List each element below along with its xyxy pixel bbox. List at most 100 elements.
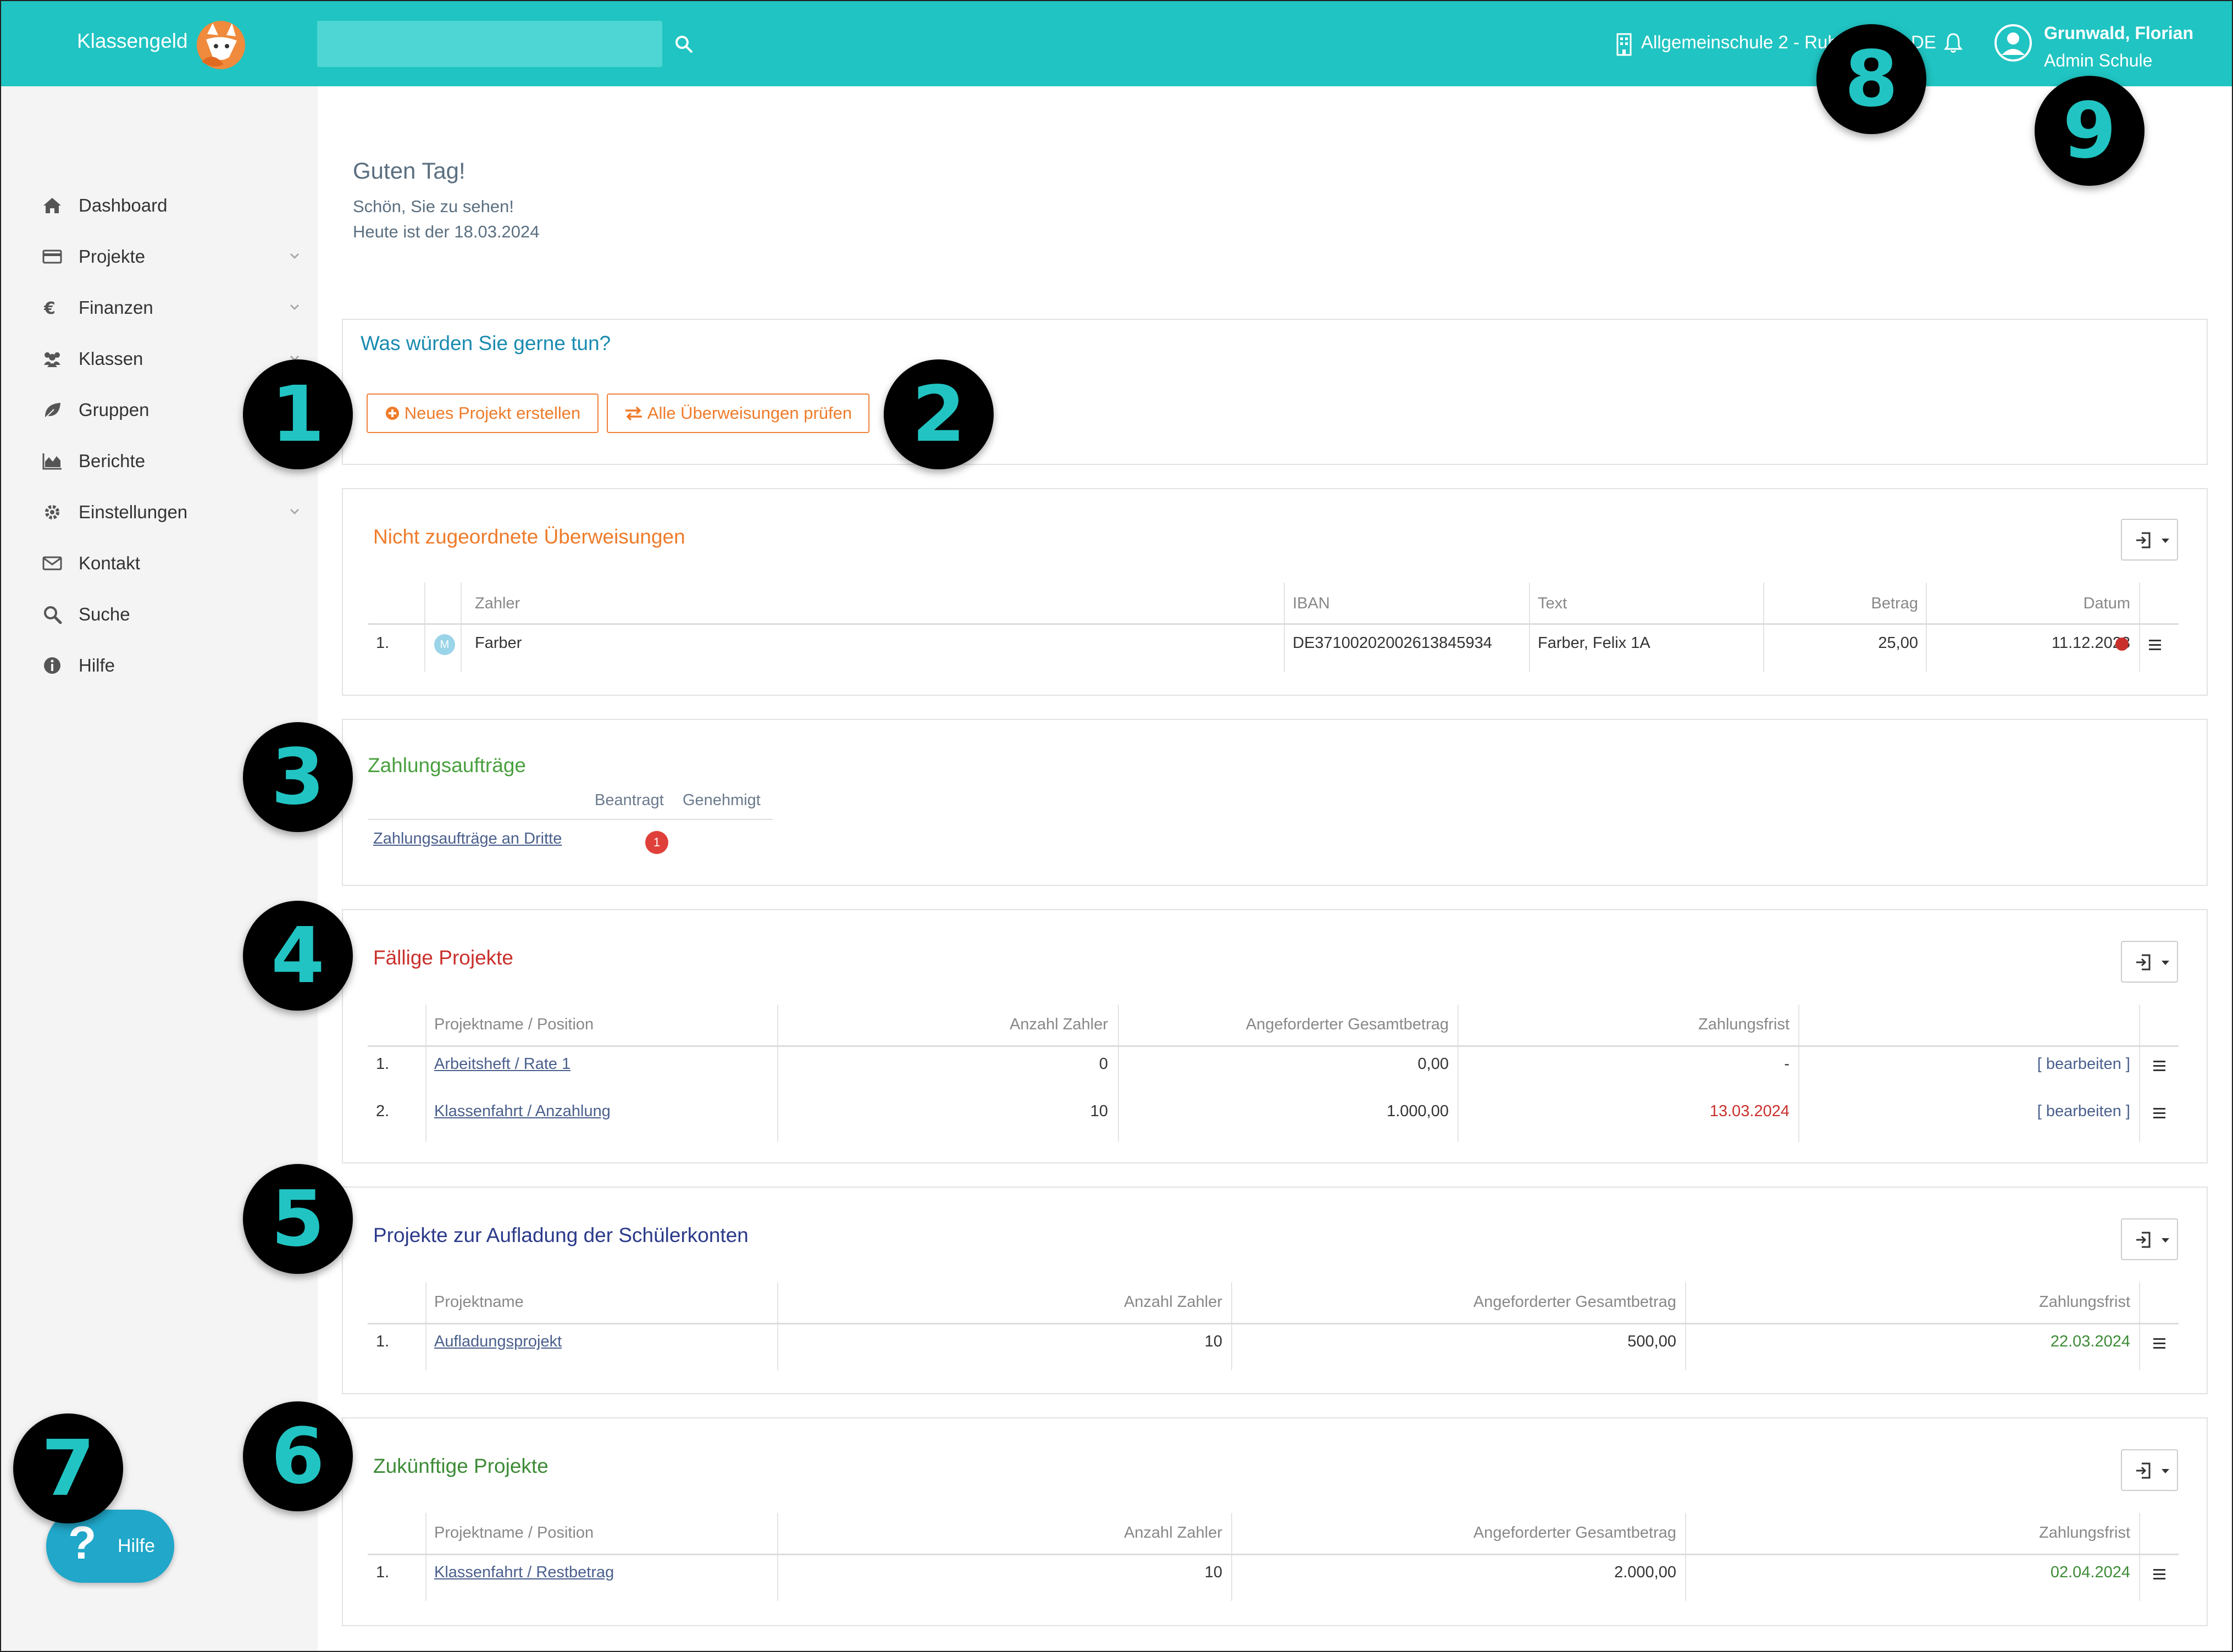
column-header[interactable]: Zahlungsfrist: [1464, 1016, 1789, 1034]
due-projects-title: Fällige Projekte: [373, 946, 514, 969]
topup-projects-title: Projekte zur Aufladung der Schülerkonten: [373, 1224, 749, 1246]
export-dropdown-button[interactable]: [2121, 1218, 2178, 1260]
sidebar-item-dashboard[interactable]: Dashboard: [1, 186, 318, 225]
sidebar-item-label: Gruppen: [79, 400, 149, 420]
export-dropdown-button[interactable]: [2121, 941, 2178, 983]
payer-name: Farber: [475, 634, 522, 652]
new-project-button[interactable]: Neues Projekt erstellen: [367, 393, 599, 433]
edit-link[interactable]: [ bearbeiten ]: [1805, 1102, 2130, 1121]
search-icon[interactable]: [673, 33, 695, 55]
search-input[interactable]: [317, 21, 662, 67]
new-project-label: Neues Projekt erstellen: [404, 403, 581, 423]
sidebar-item-label: Suche: [79, 604, 130, 624]
export-dropdown-button[interactable]: [2121, 519, 2178, 561]
column-header: Genehmigt: [683, 791, 761, 809]
due-projects-panel: Fällige Projekte Projektname / Position …: [342, 909, 2208, 1163]
payment-orders-title: Zahlungsaufträge: [368, 754, 526, 777]
user-avatar-icon[interactable]: [1993, 23, 2033, 63]
payer-avatar: M: [434, 634, 455, 655]
column-header[interactable]: Anzahl Zahler: [783, 1016, 1108, 1034]
sidebar-item-label: Berichte: [79, 451, 146, 471]
check-transfers-label: Alle Überweisungen prüfen: [647, 403, 852, 423]
deadline: 02.04.2024: [2050, 1564, 2130, 1581]
project-link[interactable]: Klassenfahrt / Restbetrag: [434, 1564, 614, 1582]
users-icon: [44, 352, 60, 367]
app-window: Klassengeld Allgemeinschule 2 - Ruhr DE: [0, 0, 2233, 1652]
edit-link[interactable]: [ bearbeiten ]: [1805, 1055, 2130, 1073]
row-menu-icon[interactable]: [2153, 1061, 2165, 1072]
fox-logo-icon[interactable]: [191, 18, 251, 70]
column-header[interactable]: Anzahl Zahler: [783, 1293, 1222, 1311]
row-menu-icon[interactable]: [2153, 1108, 2165, 1119]
iban-value: DE37100202002613845934: [1293, 634, 1492, 652]
actions-panel: Was würden Sie gerne tun? Neues Projekt …: [342, 319, 2208, 465]
sidebar-item-einstellungen[interactable]: Einstellungen: [1, 493, 318, 531]
chevron-down-icon: [290, 508, 300, 515]
sidebar-item-hilfe[interactable]: Hilfe: [1, 646, 318, 685]
deadline: 13.03.2024: [1709, 1102, 1789, 1120]
sidebar-item-kontakt[interactable]: Kontakt: [1, 544, 318, 583]
deadline: 22.03.2024: [2050, 1333, 2130, 1350]
caret-down-icon: [2162, 1238, 2169, 1243]
column-header[interactable]: Projektname / Position: [434, 1524, 594, 1542]
school-selector[interactable]: Allgemeinschule 2 - Ruhr: [1641, 32, 1844, 53]
column-header[interactable]: Zahler: [475, 595, 520, 613]
project-link[interactable]: Arbeitsheft / Rate 1: [434, 1055, 570, 1073]
column-header[interactable]: IBAN: [1293, 595, 1330, 613]
row-menu-icon[interactable]: [2149, 640, 2161, 651]
brand-name[interactable]: Klassengeld: [77, 30, 188, 53]
column-header[interactable]: Angeforderter Gesamtbetrag: [1237, 1293, 1676, 1311]
export-dropdown-button[interactable]: [2121, 1449, 2178, 1491]
column-header[interactable]: Angeforderter Gesamtbetrag: [1123, 1016, 1449, 1034]
credit-card-icon: [42, 250, 62, 264]
envelope-icon: [42, 556, 62, 570]
column-header[interactable]: Betrag: [1772, 595, 1918, 613]
home-icon: [43, 198, 61, 213]
callout-badge: 8: [1816, 24, 1926, 134]
row-number: 2.: [376, 1102, 390, 1120]
payment-orders-panel: Zahlungsaufträge Beantragt Genehmigt Zah…: [342, 719, 2208, 886]
search-icon: [44, 606, 62, 624]
sidebar-item-projekte[interactable]: Projekte: [1, 237, 318, 276]
third-party-orders-link[interactable]: Zahlungsaufträge an Dritte: [373, 830, 562, 848]
column-header[interactable]: Anzahl Zahler: [783, 1524, 1222, 1542]
column-header[interactable]: Angeforderter Gesamtbetrag: [1237, 1524, 1676, 1542]
sidebar-item-label: Hilfe: [79, 655, 115, 675]
greeting-subtitle: Schön, Sie zu sehen!: [353, 197, 514, 216]
row-number: 1.: [376, 1564, 390, 1581]
count-badge[interactable]: 1: [645, 831, 668, 854]
callout-badge: 5: [243, 1164, 353, 1274]
sidebar-item-suche[interactable]: Suche: [1, 595, 318, 634]
column-header[interactable]: Datum: [1935, 595, 2130, 613]
column-header[interactable]: Text: [1538, 595, 1567, 613]
actions-title: Was würden Sie gerne tun?: [361, 332, 611, 354]
column-header[interactable]: Projektname / Position: [434, 1016, 594, 1034]
project-link[interactable]: Klassenfahrt / Anzahlung: [434, 1102, 611, 1121]
callout-badge: 9: [2035, 76, 2145, 186]
row-menu-icon[interactable]: [2153, 1338, 2165, 1349]
row-menu-icon[interactable]: [2153, 1569, 2165, 1580]
row-number: 1.: [376, 634, 390, 652]
column-header[interactable]: Zahlungsfrist: [1691, 1293, 2130, 1311]
column-header[interactable]: Projektname: [434, 1293, 524, 1311]
sidebar-item-finanzen[interactable]: € Finanzen: [1, 289, 318, 327]
bell-icon[interactable]: [1943, 32, 1963, 54]
chevron-down-icon: [290, 253, 300, 259]
unassigned-title: Nicht zugeordnete Überweisungen: [373, 525, 685, 548]
callout-badge: 6: [243, 1401, 353, 1511]
export-icon: [2136, 1232, 2151, 1248]
chevron-down-icon: [290, 304, 300, 311]
project-link[interactable]: Aufladungsprojekt: [434, 1333, 562, 1351]
payer-count: 10: [1204, 1564, 1222, 1581]
column-header[interactable]: Zahlungsfrist: [1691, 1524, 2130, 1542]
user-name[interactable]: Grunwald, Florian: [2044, 23, 2193, 43]
sidebar-item-label: Dashboard: [79, 195, 168, 215]
row-number: 1.: [376, 1333, 390, 1350]
row-number: 1.: [376, 1055, 390, 1073]
euro-icon: €: [43, 299, 56, 318]
total-amount: 1.000,00: [1387, 1102, 1449, 1120]
area-chart-icon: [42, 453, 62, 470]
check-transfers-button[interactable]: Alle Überweisungen prüfen: [607, 393, 869, 433]
building-icon: [1616, 33, 1632, 56]
transfer-text: Farber, Felix 1A: [1538, 634, 1650, 652]
